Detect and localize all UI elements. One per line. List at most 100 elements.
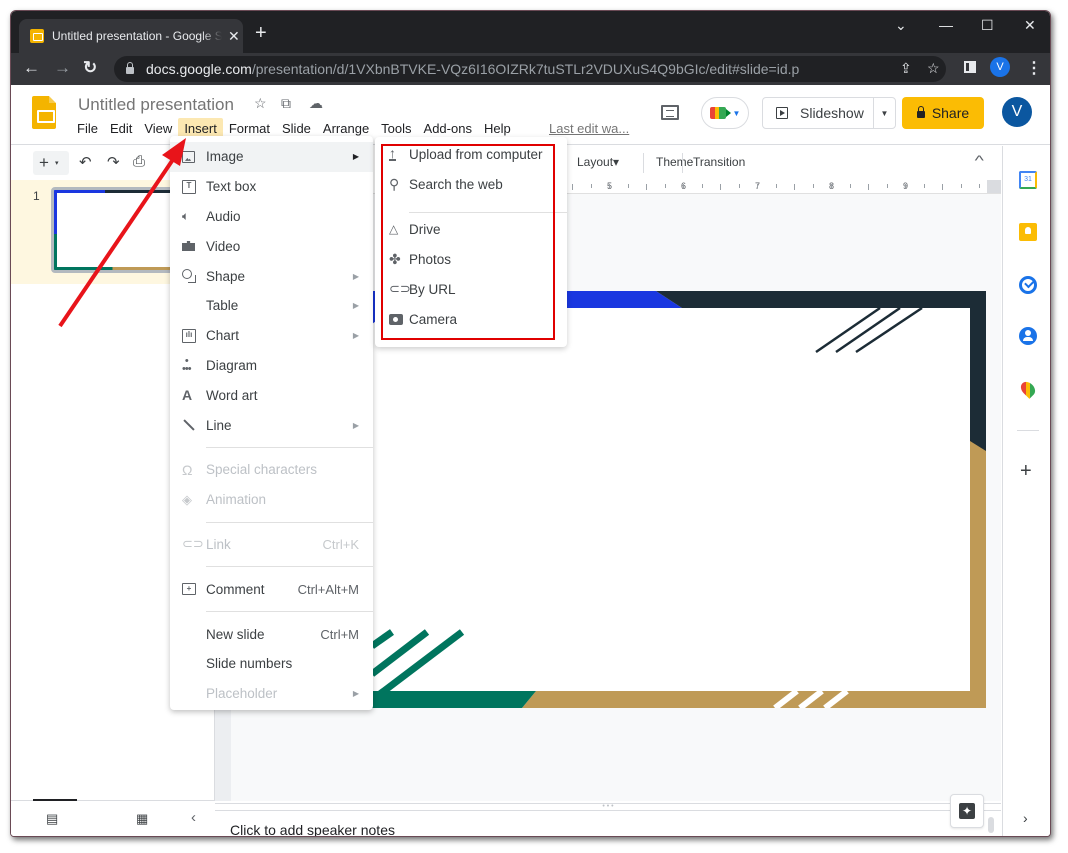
slides-logo-icon[interactable] — [32, 96, 56, 129]
collapse-toolbar-icon[interactable]: ^ — [975, 152, 984, 168]
calendar-icon[interactable]: 31 — [1019, 171, 1037, 189]
tab-close-icon[interactable]: ✕ — [228, 28, 240, 45]
insert-menu-item-chart[interactable]: ılı Chart ▶ — [170, 321, 373, 351]
ruler-tick — [664, 184, 666, 188]
filmstrip-view-icon[interactable]: ▤ — [46, 811, 58, 827]
insert-menu-item-slide-numbers[interactable]: Slide numbers — [170, 649, 373, 679]
grid-view-icon[interactable]: ▦ — [136, 811, 148, 827]
submenu-divider — [409, 212, 567, 213]
maximize-button[interactable]: ☐ — [981, 17, 994, 34]
share-label: Share — [931, 105, 970, 121]
url-text: docs.google.com/presentation/d/1VXbnBTVK… — [146, 61, 800, 77]
ruler-tick — [609, 184, 610, 188]
comment-icon: + — [170, 583, 206, 596]
get-addons-icon[interactable]: + — [1020, 460, 1032, 483]
insert-menu-item-shape[interactable]: Shape ▶ — [170, 261, 373, 291]
menu-shortcut: Ctrl+K — [322, 536, 359, 552]
image-submenu-item-by-url[interactable]: ⊂⊃ By URL — [381, 275, 551, 303]
tasks-icon[interactable] — [1019, 276, 1037, 294]
insert-menu-item-table[interactable]: Table ▶ — [170, 291, 373, 321]
explore-button[interactable]: ✦ — [950, 794, 984, 828]
ruler-tick — [868, 184, 869, 190]
close-window-button[interactable]: ✕ — [1024, 17, 1036, 34]
menu-divider — [206, 521, 373, 523]
image-submenu-item-search-the-web[interactable]: ⚲ Search the web — [381, 170, 551, 198]
forward-button[interactable]: → — [54, 58, 71, 78]
reload-button[interactable]: ↻ — [83, 58, 97, 78]
last-edit-link[interactable]: Last edit wa... — [549, 121, 629, 136]
menu-tools[interactable]: Tools — [375, 118, 417, 139]
back-button[interactable]: ← — [23, 58, 40, 78]
star-icon[interactable]: ☆ — [254, 95, 267, 112]
menu-divider — [206, 446, 373, 448]
tab-search-icon[interactable]: ⌄ — [895, 17, 907, 34]
menu-addons[interactable]: Add-ons — [418, 118, 478, 139]
insert-menu-item-word-art[interactable]: A Word art — [170, 380, 373, 410]
share-button[interactable]: Share — [902, 97, 984, 129]
insert-menu-item-text-box[interactable]: T Text box — [170, 172, 373, 202]
menu-divider — [206, 566, 373, 568]
notes-resize-handle[interactable]: • • • — [215, 803, 1001, 811]
menu-file[interactable]: File — [71, 118, 104, 139]
slideshow-button[interactable]: Slideshow ▼ — [762, 97, 896, 129]
insert-menu-item-diagram[interactable]: • ••• Diagram — [170, 351, 373, 381]
present-icon — [776, 107, 788, 119]
slide-background — [372, 291, 986, 708]
ruler-tick — [590, 184, 592, 188]
image-submenu-item-camera[interactable]: Camera — [381, 305, 551, 333]
image-submenu-item-photos[interactable]: ✤ Photos — [381, 245, 551, 273]
comment-history-icon[interactable] — [661, 105, 679, 120]
theme-button[interactable]: Theme — [656, 155, 693, 169]
collapse-filmstrip-icon[interactable]: ‹ — [191, 809, 196, 826]
explore-icon: ✦ — [959, 803, 975, 819]
new-tab-button[interactable]: + — [255, 22, 267, 45]
move-folder-icon[interactable]: ⧉ — [281, 95, 291, 112]
print-icon[interactable]: ⎙ — [133, 153, 145, 170]
menu-edit[interactable]: Edit — [104, 118, 138, 139]
browser-tab[interactable]: Untitled presentation - Google Slides ✕ — [19, 19, 243, 53]
layout-button[interactable]: Layout▾ — [577, 155, 619, 169]
filmstrip-footer: ▤ ▦ ‹ — [11, 799, 215, 836]
browser-profile-avatar[interactable]: V — [990, 57, 1010, 77]
menu-help[interactable]: Help — [478, 118, 517, 139]
document-title[interactable]: Untitled presentation — [78, 95, 234, 115]
speaker-notes[interactable]: Click to add speaker notes — [230, 822, 395, 836]
insert-menu-item-line[interactable]: Line ▶ — [170, 410, 373, 440]
expand-side-panel-icon[interactable]: › — [1023, 810, 1028, 826]
minimize-button[interactable]: — — [939, 17, 953, 33]
insert-menu-item-placeholder: Placeholder ▶ — [170, 679, 373, 709]
meet-button[interactable]: ▼ — [701, 97, 749, 129]
address-bar[interactable]: docs.google.com/presentation/d/1VXbnBTVK… — [114, 56, 946, 82]
share-page-icon[interactable]: ⇪ — [900, 60, 912, 77]
slide[interactable] — [372, 291, 986, 708]
cloud-status-icon[interactable]: ☁ — [309, 95, 323, 112]
bookmark-star-icon[interactable]: ☆ — [927, 60, 940, 77]
side-panel-icon[interactable] — [964, 61, 976, 73]
slideshow-dropdown[interactable]: ▼ — [873, 98, 895, 128]
address-row: ← → ↻ docs.google.com/presentation/d/1VX… — [11, 53, 1050, 85]
image-submenu-item-upload-from-computer[interactable]: ↑ Upload from computer — [381, 140, 551, 168]
drive-icon: △ — [389, 222, 399, 236]
browser-menu-icon[interactable]: ⋮ — [1026, 58, 1042, 78]
tab-title: Untitled presentation - Google Slides — [52, 29, 222, 43]
contacts-icon[interactable] — [1019, 327, 1037, 345]
insert-menu-item-new-slide[interactable]: New slide Ctrl+M — [170, 619, 373, 649]
account-avatar[interactable]: V — [1002, 97, 1032, 127]
menu-divider — [206, 611, 373, 613]
image-submenu-item-drive[interactable]: △ Drive — [381, 215, 551, 243]
transition-button[interactable]: Transition — [693, 155, 745, 169]
insert-menu-item-image[interactable]: Image ▶ — [170, 142, 373, 172]
undo-icon[interactable]: ↶ — [79, 153, 92, 171]
redo-icon[interactable]: ↷ — [107, 153, 120, 171]
menu-shortcut: Ctrl+M — [320, 626, 359, 642]
insert-menu-item-video[interactable]: Video — [170, 231, 373, 261]
chevron-down-icon: ▾ — [54, 160, 59, 167]
new-slide-button[interactable]: + ▾ — [33, 151, 69, 175]
notes-scrollbar[interactable] — [988, 817, 994, 833]
keep-icon[interactable] — [1019, 223, 1037, 241]
insert-menu-item-audio[interactable]: 🔈︎ Audio — [170, 202, 373, 232]
insert-menu-item-comment[interactable]: + Comment Ctrl+Alt+M — [170, 574, 373, 604]
link-icon: ⊂⊃ — [182, 536, 204, 552]
maps-icon[interactable] — [1018, 379, 1038, 399]
menu-item-label: Audio — [206, 208, 241, 224]
